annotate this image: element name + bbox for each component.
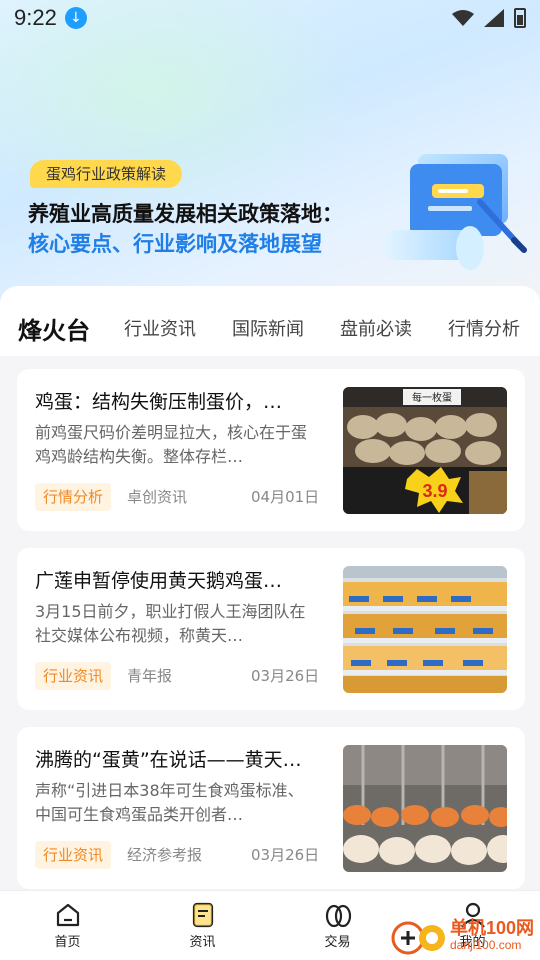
nav-label: 资讯 — [189, 935, 216, 950]
news-thumbnail — [343, 745, 507, 872]
news-card[interactable]: 广莲申暂停使用黄天鹅鸡蛋… 3月15日前夕，职业打假人王海团队在社交媒体公布视频… — [17, 548, 525, 710]
battery-icon — [514, 8, 526, 28]
news-card[interactable]: 鸡蛋：结构失衡压制蛋价，… 前鸡蛋尺码价差明显拉大，核心在于蛋鸡鸡龄结构失衡。整… — [17, 369, 525, 531]
news-summary: 3月15日前夕，职业打假人王海团队在社交媒体公布视频，称黄天… — [35, 602, 306, 645]
watermark-url: danji100.com — [450, 938, 522, 952]
status-bar: 9:22 ↓ — [0, 0, 540, 36]
category-tabs: 烽火台 行业资讯 国际新闻 盘前必读 行情分析 — [0, 308, 540, 348]
signal-icon — [484, 9, 504, 27]
news-title: 沸腾的“蛋黄”在说话——黄天… — [35, 749, 302, 771]
tab-label: 烽火台 — [18, 316, 90, 345]
nav-news[interactable]: 资讯 — [158, 901, 248, 950]
news-source: 经济参考报 — [127, 846, 203, 864]
news-summary: 声称“引进日本38年可生食鸡蛋标准、中国可生食鸡蛋品类开创者… — [35, 781, 304, 824]
news-category-tag: 行情分析 — [35, 483, 112, 511]
watermark-badge-icon — [391, 921, 445, 955]
news-card[interactable]: 沸腾的“蛋黄”在说话——黄天… 声称“引进日本38年可生食鸡蛋标准、中国可生食鸡… — [17, 727, 525, 889]
news-title: 广莲申暂停使用黄天鹅鸡蛋… — [35, 570, 283, 592]
status-time: 9:22 — [14, 5, 57, 30]
news-thumbnail: 每一枚蛋 3.9 — [343, 387, 507, 514]
news-summary: 前鸡蛋尺码价差明显拉大，核心在于蛋鸡鸡龄结构失衡。整体存栏… — [35, 423, 308, 466]
news-date: 03月26日 — [251, 846, 320, 864]
news-icon — [192, 902, 213, 928]
thumb-sign-text: 每一枚蛋 — [412, 391, 452, 404]
thumb-price-text: 3.9 — [422, 481, 447, 501]
nav-label: 首页 — [54, 935, 81, 950]
banner-headline[interactable]: 养殖业高质量发展相关政策落地： — [28, 198, 343, 228]
news-thumbnail — [343, 566, 507, 693]
nav-home[interactable]: 首页 — [23, 901, 113, 950]
tab-international-news[interactable]: 国际新闻 — [232, 315, 304, 341]
news-source: 卓创资讯 — [127, 488, 188, 506]
home-icon — [56, 903, 79, 927]
news-date: 03月26日 — [251, 667, 320, 685]
nav-trade[interactable]: 交易 — [293, 901, 383, 950]
banner-subheadline[interactable]: 核心要点、行业影响及落地展望 — [28, 228, 322, 258]
tab-industry-news[interactable]: 行业资讯 — [124, 315, 196, 341]
document-illustration-icon — [382, 154, 527, 270]
tab-market-analysis[interactable]: 行情分析 — [448, 315, 520, 341]
nav-label: 交易 — [324, 935, 351, 950]
status-icons — [452, 8, 526, 28]
site-watermark-logo: 单机100网 danji100.com — [390, 912, 540, 960]
egg-icon — [325, 904, 351, 928]
news-category-tag: 行业资讯 — [35, 841, 112, 869]
banner-tag[interactable]: 蛋鸡行业政策解读 — [30, 160, 183, 188]
tab-pre-market-reading[interactable]: 盘前必读 — [340, 315, 412, 341]
news-title: 鸡蛋：结构失衡压制蛋价，… — [35, 391, 283, 413]
wifi-icon — [452, 10, 474, 26]
watermark-brand: 单机100网 — [450, 918, 535, 938]
news-date: 04月01日 — [251, 488, 320, 506]
news-source: 青年报 — [127, 667, 173, 685]
tab-fenghuotai[interactable]: 烽火台 — [18, 311, 90, 348]
news-category-tag: 行业资讯 — [35, 662, 112, 690]
download-icon: ↓ — [64, 7, 87, 29]
